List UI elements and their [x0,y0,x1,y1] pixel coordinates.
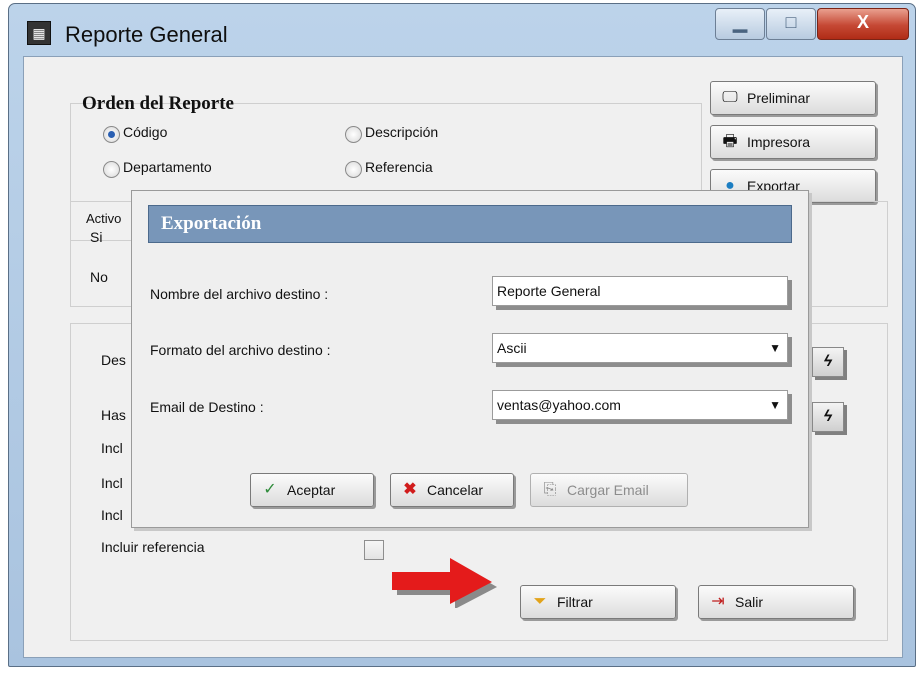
salir-button[interactable]: ⇥ Salir [698,585,854,619]
maximize-icon: □ [785,12,797,32]
cargar-email-button[interactable]: ⎘ Cargar Email [530,473,688,507]
printer-icon: 🖶 [722,133,738,150]
lightning-icon: ϟ [823,408,833,425]
window-title: Reporte General [65,22,228,47]
preview-monitor-icon: 🖵 [722,89,738,106]
lightning-icon: ϟ [823,353,833,370]
email-label: Email de Destino : [150,399,264,415]
hasta-picker-button[interactable]: ϟ [812,402,844,432]
activo-si-label: Si [90,229,103,245]
app-icon: ▦ [27,21,51,45]
aceptar-label: Aceptar [287,482,336,498]
radio-codigo[interactable] [103,126,120,143]
nombre-value: Reporte General [497,283,601,299]
incluir-label-3: Incl [101,507,123,523]
exit-door-icon: ⇥ [711,593,725,610]
maximize-button[interactable]: □ [766,8,816,40]
radio-codigo-label[interactable]: Código [123,124,167,140]
formato-value: Ascii [497,340,527,356]
desde-picker-button[interactable]: ϟ [812,347,844,377]
desde-label: Des [101,352,126,368]
dropdown-arrow-icon[interactable]: ▼ [769,391,781,419]
filtrar-label: Filtrar [557,594,593,610]
red-arrow-annotation [392,558,497,608]
close-icon: X [856,12,869,32]
cancelar-label: Cancelar [427,482,484,498]
incluir-label-2: Incl [101,475,123,491]
red-x-icon: ✖ [403,481,417,498]
activo-label: Activo [86,211,122,226]
salir-label: Salir [735,594,764,610]
preliminar-label: Preliminar [747,90,811,106]
radio-referencia-label[interactable]: Referencia [365,159,433,175]
minimize-button[interactable]: ▁ [715,8,765,40]
filtrar-button[interactable]: ⏷ Filtrar [520,585,676,619]
radio-departamento[interactable] [103,161,120,178]
preliminar-button[interactable]: 🖵 Preliminar [710,81,876,115]
email-combo[interactable]: ventas@yahoo.com ▼ [492,390,788,420]
activo-no-label: No [90,269,108,285]
export-dialog: Exportación Nombre del archivo destino :… [131,190,809,528]
nombre-input[interactable]: Reporte General [492,276,788,306]
cargar-email-icon: ⎘ [543,481,557,498]
export-dialog-title: Exportación [161,213,262,234]
radio-departamento-label[interactable]: Departamento [123,159,212,175]
export-dialog-title-bar: Exportación [148,205,792,243]
radio-descripcion-label[interactable]: Descripción [365,124,438,140]
dropdown-arrow-icon[interactable]: ▼ [769,334,781,362]
aceptar-button[interactable]: ✓ Aceptar [250,473,374,507]
nombre-label: Nombre del archivo destino : [150,286,329,302]
hasta-label: Has [101,407,126,423]
incluir-label-1: Incl [101,440,123,456]
orden-heading: Orden del Reporte [82,93,234,114]
incluir-referencia-label: Incluir referencia [101,539,205,555]
email-value: ventas@yahoo.com [497,397,621,413]
incluir-referencia-checkbox[interactable] [364,540,384,560]
cargar-email-label: Cargar Email [567,482,649,498]
cancelar-button[interactable]: ✖ Cancelar [390,473,514,507]
radio-referencia[interactable] [345,161,362,178]
impresora-label: Impresora [747,134,811,150]
funnel-icon: ⏷ [533,593,547,610]
minimize-icon: ▁ [733,12,747,32]
impresora-button[interactable]: 🖶 Impresora [710,125,876,159]
formato-select[interactable]: Ascii ▼ [492,333,788,363]
close-button[interactable]: X [817,8,909,40]
radio-descripcion[interactable] [345,126,362,143]
check-circle-icon: ✓ [263,481,277,498]
formato-label: Formato del archivo destino : [150,342,331,358]
